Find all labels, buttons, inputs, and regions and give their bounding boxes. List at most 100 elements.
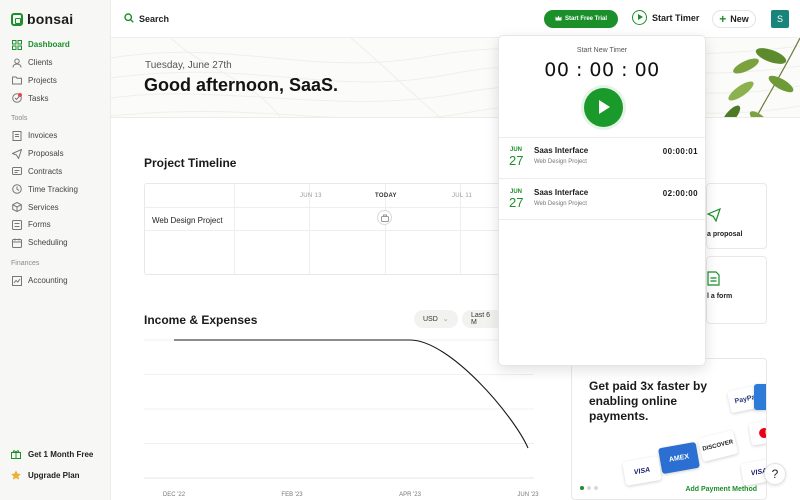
sidebar-item-tasks[interactable]: Tasks [0, 89, 111, 107]
timeline-column-line [234, 184, 235, 274]
plant-illustration [721, 38, 800, 117]
chart-series-line [174, 339, 529, 449]
chevron-down-icon: ⌄ [442, 316, 449, 323]
income-expenses-title: Income & Expenses [144, 313, 258, 327]
grid-icon [12, 39, 22, 50]
get-free-month-link[interactable]: Get 1 Month Free [11, 449, 93, 459]
sidebar-item-invoices[interactable]: Invoices [0, 127, 111, 145]
carousel-dot[interactable] [587, 486, 591, 490]
main-nav: Dashboard Clients Projects Tasks [0, 36, 111, 107]
top-bar: Search Start Free Trial Start Timer + Ne… [111, 0, 800, 38]
blue-card-icon [754, 384, 766, 410]
entry-title: Saas Interface [534, 188, 589, 197]
payments-promo-card: Get paid 3x faster by enabling online pa… [571, 358, 767, 500]
date-range-select[interactable]: Last 6 M [462, 310, 502, 328]
trial-label: Start Free Trial [564, 16, 608, 22]
create-form-label: l a form [707, 293, 733, 300]
sidebar-item-label: Tasks [28, 93, 49, 103]
finances-nav: Accounting [0, 272, 111, 290]
create-proposal-label: a proposal [707, 231, 743, 238]
entry-day: 27 [509, 195, 524, 210]
entry-duration: 02:00:00 [662, 189, 698, 198]
bonsai-logo[interactable]: bonsai [11, 11, 73, 27]
get-free-month-label: Get 1 Month Free [28, 449, 94, 459]
crown-icon [555, 15, 562, 23]
carousel-dots[interactable] [580, 486, 598, 490]
help-button[interactable]: ? [764, 463, 786, 485]
currency-select[interactable]: USD ⌄ [414, 310, 458, 328]
project-timeline: JUN 13 TODAY JUL 11 Web Design Project [144, 183, 500, 275]
folder-icon [12, 75, 22, 85]
carousel-dot[interactable] [594, 486, 598, 490]
check-circle-icon [12, 93, 22, 104]
chart-icon [12, 275, 22, 286]
start-free-trial-button[interactable]: Start Free Trial [544, 10, 618, 28]
sidebar-item-services[interactable]: Services [0, 198, 111, 216]
sidebar-item-label: Scheduling [28, 238, 68, 248]
box-icon [12, 202, 22, 213]
currency-value: USD [423, 315, 438, 323]
sidebar-item-dashboard[interactable]: Dashboard [0, 36, 111, 54]
entry-project: Web Design Project [534, 159, 587, 165]
invoice-icon [12, 130, 22, 141]
date-range-value: Last 6 M [471, 312, 491, 326]
new-button[interactable]: + New [712, 10, 756, 28]
timer-panel-title: Start New Timer [576, 47, 628, 54]
start-timer-play-button[interactable] [584, 88, 623, 127]
time-entry[interactable]: JUN 27 Saas Interface Web Design Project… [499, 138, 707, 178]
plus-icon: + [719, 12, 727, 26]
sidebar: bonsai Dashboard Clients Projects Tasks … [0, 0, 111, 500]
play-circle-icon [632, 10, 647, 25]
search-icon [124, 13, 134, 25]
new-label: New [730, 14, 749, 24]
start-timer-button[interactable]: Start Timer [632, 10, 699, 25]
sidebar-item-accounting[interactable]: Accounting [0, 272, 111, 290]
start-timer-label: Start Timer [652, 12, 700, 23]
sidebar-item-label: Clients [28, 58, 53, 68]
form-icon [707, 271, 720, 291]
briefcase-icon [380, 209, 389, 227]
sidebar-item-projects[interactable]: Projects [0, 72, 111, 90]
time-entry[interactable]: JUN 27 Saas Interface Web Design Project… [499, 180, 707, 220]
timer-clock: 00 : 00 : 00 [544, 59, 660, 81]
clock-icon [12, 184, 22, 195]
sidebar-item-label: Forms [28, 220, 51, 230]
user-avatar[interactable]: S [771, 10, 789, 28]
sidebar-item-scheduling[interactable]: Scheduling [0, 234, 111, 252]
send-icon [12, 148, 22, 159]
amex-card-icon: AMEX [658, 441, 700, 475]
timeline-row-label: Web Design Project [152, 216, 223, 225]
logo-text: bonsai [27, 11, 74, 27]
entry-duration: 00:00:01 [662, 147, 698, 156]
create-form-card[interactable]: l a form [706, 256, 767, 324]
chart-x-tick-label: APR '23 [399, 492, 421, 498]
sidebar-item-clients[interactable]: Clients [0, 54, 111, 72]
bonsai-logo-icon [11, 12, 23, 26]
sidebar-item-label: Time Tracking [28, 184, 78, 194]
chart-x-tick-label: DEC '22 [163, 492, 186, 498]
carousel-dot[interactable] [580, 486, 584, 490]
project-timeline-title: Project Timeline [144, 156, 237, 170]
star-icon [11, 470, 21, 480]
sidebar-item-time-tracking[interactable]: Time Tracking [0, 180, 111, 198]
sidebar-item-contracts[interactable]: Contracts [0, 163, 111, 181]
create-proposal-card[interactable]: a proposal [706, 183, 767, 249]
search-button[interactable]: Search [124, 13, 169, 25]
chart-x-tick-label: FEB '23 [281, 492, 303, 498]
sidebar-item-proposals[interactable]: Proposals [0, 145, 111, 163]
finances-section-header: Finances [11, 260, 40, 267]
add-payment-method-link[interactable]: Add Payment Method [685, 486, 757, 493]
entry-title: Saas Interface [534, 146, 589, 155]
sidebar-item-forms[interactable]: Forms [0, 216, 111, 234]
mastercard-icon [748, 418, 766, 446]
sidebar-item-label: Services [28, 202, 59, 212]
sidebar-item-label: Accounting [28, 276, 68, 286]
timeline-header [145, 184, 499, 208]
gift-icon [11, 449, 21, 459]
upgrade-plan-link[interactable]: Upgrade Plan [11, 470, 80, 480]
timeline-label-jul11: JUL 11 [452, 193, 473, 199]
today-marker[interactable] [377, 210, 392, 225]
upgrade-plan-label: Upgrade Plan [28, 470, 80, 480]
calendar-icon [12, 238, 22, 248]
sidebar-item-label: Contracts [28, 166, 63, 176]
